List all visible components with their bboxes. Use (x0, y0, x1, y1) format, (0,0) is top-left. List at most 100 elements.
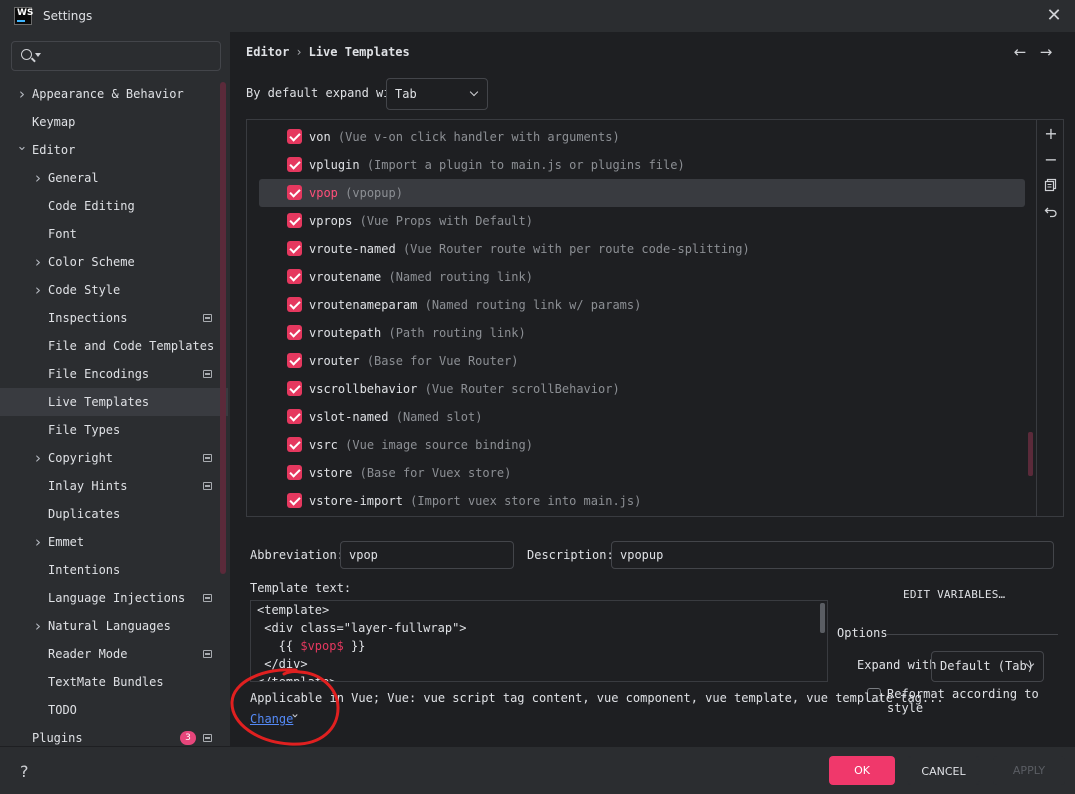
sidebar-item-editor[interactable]: ⌄ Editor (0, 136, 228, 164)
code-text: }} (343, 639, 366, 653)
sidebar-item-file-types[interactable]: File Types (0, 416, 228, 444)
sidebar-item-duplicates[interactable]: Duplicates (0, 500, 228, 528)
project-level-icon (203, 482, 212, 490)
template-row[interactable]: vroute-named (Vue Router route with per … (259, 235, 1025, 263)
template-row[interactable]: vroutenameparam (Named routing link w/ p… (259, 291, 1025, 319)
edit-variables-button[interactable]: EDIT VARIABLES… (903, 588, 1005, 601)
copy-icon[interactable] (1043, 178, 1059, 194)
sidebar-item-emmet[interactable]: › Emmet (0, 528, 228, 556)
expand-with-value: Default (Tab) (940, 659, 1034, 673)
sidebar-item-intentions[interactable]: Intentions (0, 556, 228, 584)
close-icon[interactable]: ✕ (1045, 7, 1063, 25)
sidebar-item-general[interactable]: › General (0, 164, 228, 192)
sidebar-item-inlay-hints[interactable]: Inlay Hints (0, 472, 228, 500)
template-abbreviation: vprops (Vue Props with Default) (309, 207, 533, 235)
window-title: Settings (43, 9, 93, 23)
template-enabled-checkbox[interactable] (287, 493, 302, 508)
sidebar-item-language-injections[interactable]: Language Injections (0, 584, 228, 612)
template-row[interactable]: vplugin (Import a plugin to main.js or p… (259, 151, 1025, 179)
description-input[interactable]: vpopup (611, 541, 1054, 569)
template-row[interactable]: vsrc (Vue image source binding) (259, 431, 1025, 459)
template-enabled-checkbox[interactable] (287, 185, 302, 200)
template-enabled-checkbox[interactable] (287, 409, 302, 424)
add-icon[interactable]: + (1043, 126, 1059, 142)
sidebar-item-code-style[interactable]: › Code Style (0, 276, 228, 304)
chevron-right-icon[interactable]: › (32, 444, 44, 472)
template-abbreviation-text: vslot-named (309, 410, 389, 424)
expand-with-select[interactable]: Default (Tab) (931, 651, 1044, 682)
sidebar-item-label: Natural Languages (48, 619, 171, 633)
template-abbreviation-text: vroutenameparam (309, 298, 418, 312)
template-enabled-checkbox[interactable] (287, 157, 302, 172)
template-text-editor[interactable]: <template> <div class="layer-fullwrap"> … (250, 600, 828, 682)
sidebar-item-font[interactable]: Font (0, 220, 228, 248)
sidebar-item-label: File and Code Templates (48, 339, 215, 353)
chevron-right-icon[interactable]: › (32, 164, 44, 192)
search-input[interactable] (44, 46, 214, 66)
template-enabled-checkbox[interactable] (287, 129, 302, 144)
sidebar-item-inspections[interactable]: Inspections (0, 304, 228, 332)
chevron-down-icon[interactable] (292, 713, 298, 719)
template-enabled-checkbox[interactable] (287, 465, 302, 480)
template-row[interactable]: vstore (Base for Vuex store) (259, 459, 1025, 487)
template-enabled-checkbox[interactable] (287, 241, 302, 256)
forward-arrow-icon[interactable]: → (1038, 44, 1054, 60)
editor-scrollbar[interactable] (820, 603, 825, 633)
expand-with-label: Expand with (857, 658, 937, 672)
template-row[interactable]: von (Vue v-on click handler with argumen… (259, 123, 1025, 151)
sidebar-item-label: TextMate Bundles (48, 675, 164, 689)
chevron-right-icon[interactable]: › (32, 528, 44, 556)
sidebar-item-todo[interactable]: TODO (0, 696, 228, 724)
sidebar-item-textmate-bundles[interactable]: TextMate Bundles (0, 668, 228, 696)
templates-scrollbar[interactable] (1028, 432, 1033, 476)
template-description: (Named slot) (395, 410, 483, 424)
template-enabled-checkbox[interactable] (287, 297, 302, 312)
template-row[interactable]: vscrollbehavior (Vue Router scrollBehavi… (259, 375, 1025, 403)
template-enabled-checkbox[interactable] (287, 325, 302, 340)
template-enabled-checkbox[interactable] (287, 269, 302, 284)
template-row[interactable]: vpop (vpopup) (259, 179, 1025, 207)
sidebar-item-keymap[interactable]: Keymap (0, 108, 228, 136)
sidebar-item-code-editing[interactable]: Code Editing (0, 192, 228, 220)
search-options-chevron-icon[interactable] (35, 53, 41, 57)
remove-icon[interactable]: − (1043, 152, 1059, 168)
back-arrow-icon[interactable]: ← (1012, 44, 1028, 60)
chevron-right-icon[interactable]: › (32, 612, 44, 640)
undo-icon[interactable] (1043, 204, 1059, 220)
template-row[interactable]: vslot-named (Named slot) (259, 403, 1025, 431)
chevron-right-icon[interactable]: › (16, 80, 28, 108)
abbreviation-input[interactable]: vpop (340, 541, 514, 569)
template-enabled-checkbox[interactable] (287, 381, 302, 396)
sidebar-item-label: Editor (32, 143, 76, 157)
chevron-right-icon[interactable]: › (32, 248, 44, 276)
default-expand-select[interactable]: Tab (386, 78, 488, 110)
template-enabled-checkbox[interactable] (287, 353, 302, 368)
help-icon[interactable]: ? (20, 762, 29, 781)
template-row[interactable]: vroutename (Named routing link) (259, 263, 1025, 291)
sidebar-item-reader-mode[interactable]: Reader Mode (0, 640, 228, 668)
template-row[interactable]: vroutepath (Path routing link) (259, 319, 1025, 347)
cancel-button[interactable]: CANCEL (907, 756, 980, 785)
sidebar-scrollbar[interactable] (220, 82, 226, 574)
sidebar-item-copyright[interactable]: › Copyright (0, 444, 228, 472)
apply-button[interactable]: APPLY (993, 756, 1065, 785)
template-row[interactable]: vrouter (Base for Vue Router) (259, 347, 1025, 375)
template-row[interactable]: vprops (Vue Props with Default) (259, 207, 1025, 235)
sidebar-item-live-templates[interactable]: Live Templates (0, 388, 228, 416)
breadcrumb-parent[interactable]: Editor (246, 45, 289, 59)
sidebar-item-natural-languages[interactable]: › Natural Languages (0, 612, 228, 640)
template-row[interactable]: vstore-import (Import vuex store into ma… (259, 487, 1025, 515)
settings-search[interactable] (11, 41, 221, 71)
ok-button[interactable]: OK (829, 756, 895, 785)
chevron-right-icon[interactable]: › (32, 276, 44, 304)
sidebar-item-appearance-behavior[interactable]: › Appearance & Behavior (0, 80, 228, 108)
template-description: (Named routing link) (388, 270, 533, 284)
sidebar-item-label: TODO (48, 703, 77, 717)
sidebar-item-color-scheme[interactable]: › Color Scheme (0, 248, 228, 276)
sidebar-item-file-encodings[interactable]: File Encodings (0, 360, 228, 388)
template-enabled-checkbox[interactable] (287, 213, 302, 228)
chevron-down-icon[interactable]: ⌄ (16, 136, 28, 164)
sidebar-item-file-and-code-templates[interactable]: File and Code Templates (0, 332, 228, 360)
template-enabled-checkbox[interactable] (287, 437, 302, 452)
change-contexts-link[interactable]: Change (250, 712, 293, 726)
